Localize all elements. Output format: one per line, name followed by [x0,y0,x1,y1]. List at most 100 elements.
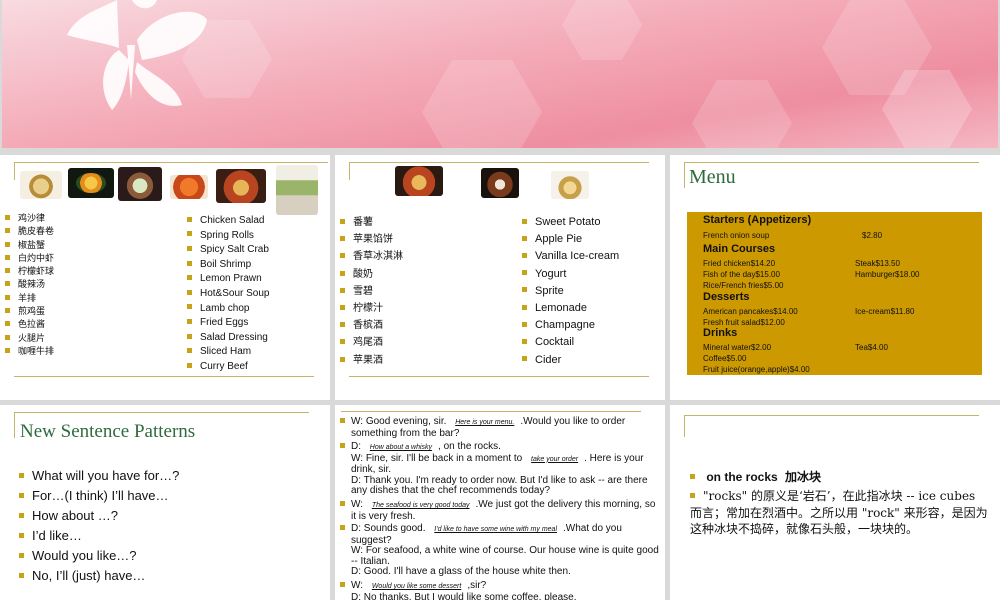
dialogue-text: D: [351,441,361,452]
slide-1-title-banner[interactable] [2,0,998,148]
list-item: Spring Rolls [187,229,270,244]
list-item: 白灼中虾 [5,253,54,266]
list-item: 酸奶 [340,266,403,283]
list-item: No, I’ll (just) have… [19,566,179,586]
title-rule-tick [684,415,685,437]
list-item: 鸡尾酒 [340,334,403,351]
food-photo-soup [216,169,266,203]
list-item: Lemonade [522,300,619,317]
menu-section-heading: Desserts [703,291,750,303]
list-item: 椒盐蟹 [5,240,54,253]
menu-item: Tea$4.00 [855,343,888,352]
dialogue-answer: How about a whisky [369,444,433,451]
list-item: Sliced Ham [187,345,270,360]
dialogue-paragraph: W: The seafood is very good today .We jus… [340,499,663,522]
english-drink-list: Sweet Potato Apple Pie Vanilla Ice-cream… [522,214,619,369]
dialogue-text: W: Good evening, sir. [351,416,447,427]
list-item: 香槟酒 [340,317,403,334]
dialogue-paragraph: W: Good evening, sir. Here is your menu.… [340,416,663,439]
menu-item: Ice-cream$11.80 [855,307,915,316]
term-english: on the rocks [706,470,778,484]
bullet-marker [690,489,703,503]
dialogue-text: W: For seafood, a white wine of course. … [351,545,659,567]
slide-title: Menu [689,166,736,188]
list-item: 苹果馅饼 [340,231,403,248]
list-item: Spicy Salt Crab [187,243,270,258]
food-photo-icecream [551,171,589,199]
term-explanation: "rocks" 的原义是‘岩石’，在此指冰块 -- ice cubes 而言；常… [690,488,988,538]
list-item: I’d like… [19,526,179,546]
list-item: 雪碧 [340,283,403,300]
hexagon-decoration [692,80,792,148]
hexagon-decoration [562,0,642,60]
title-rule [14,412,309,413]
slide-6-dialogue[interactable]: W: Good evening, sir. Here is your menu.… [335,405,665,600]
dialogue-text: W: [351,499,364,510]
menu-section-heading: Main Courses [703,243,776,255]
slide-5-sentence-patterns[interactable]: New Sentence Patterns What will you have… [0,405,330,600]
title-rule-tick [349,162,350,180]
title-rule [341,411,641,412]
menu-item: French onion soup [703,231,770,240]
list-item: 番薯 [340,214,403,231]
explanation-text: "rocks" 的原义是‘岩石’，在此指冰块 -- ice cubes 而言；常… [690,489,988,536]
menu-price: $2.80 [862,231,883,240]
list-item: Sprite [522,283,619,300]
slide-4-menu[interactable]: Menu Starters (Appetizers) French onion … [670,155,1000,400]
menu-item: Hamburger$18.00 [855,270,920,279]
list-item: Lemon Prawn [187,272,270,287]
dialogue-text: W: Fine, sir. I'll be back in a moment t… [351,452,523,464]
list-item: 火腿片 [5,333,54,346]
menu-section-heading: Starters (Appetizers) [703,214,812,226]
list-item: 色拉酱 [5,319,54,332]
dialogue-answer: Would you like some dessert [371,583,462,590]
list-item: 香草冰淇淋 [340,248,403,265]
menu-item: American pancakes$14.00 [703,307,798,316]
list-item: 苹果酒 [340,352,403,369]
list-item: 鸡沙律 [5,213,54,226]
dialogue-answer: Here is your menu. [455,419,515,426]
title-rule-tick [14,162,15,180]
list-item: What will you have for…? [19,466,179,486]
dialogue-paragraph: W: Would you like some dessert ,sir? D: N… [340,580,663,600]
menu-item: Steak$13.50 [855,259,900,268]
list-item: Lamb chop [187,302,270,317]
butterfly-icon [67,0,207,110]
chinese-dish-list: 鸡沙律 脆皮春卷 椒盐蟹 白灼中虾 柠檬虾球 酸辣汤 羊排 煎鸡蛋 色拉酱 火腿… [5,213,54,359]
list-item: Boil Shrimp [187,258,270,273]
list-item: Hot&Sour Soup [187,287,270,302]
list-item: 脆皮春卷 [5,226,54,239]
title-rule [349,162,649,163]
menu-item: Fish of the day$15.00 [703,270,780,279]
menu-item: Fruit juice(orange,apple)$4.00 [703,365,810,374]
slide-2-dishes-vocabulary[interactable]: 鸡沙律 脆皮春卷 椒盐蟹 白灼中虾 柠檬虾球 酸辣汤 羊排 煎鸡蛋 色拉酱 火腿… [0,155,330,400]
menu-item: Coffee$5.00 [703,354,747,363]
chinese-drink-list: 番薯 苹果馅饼 香草冰淇淋 酸奶 雪碧 柠檬汁 香槟酒 鸡尾酒 苹果酒 [340,214,403,369]
slide-7-expression-note[interactable]: on the rocks 加冰块 "rocks" 的原义是‘岩石’，在此指冰块 … [670,405,1000,600]
food-photo-pie [481,168,519,198]
list-item: Fried Eggs [187,316,270,331]
slide-3-drinks-vocabulary[interactable]: 番薯 苹果馅饼 香草冰淇淋 酸奶 雪碧 柠檬汁 香槟酒 鸡尾酒 苹果酒 Swee… [335,155,665,400]
dialogue-text: W: [351,580,364,591]
food-photo-salad-bowl [276,165,318,215]
list-item: Chicken Salad [187,214,270,229]
slide-title: New Sentence Patterns [20,421,196,442]
hexagon-decoration [422,60,542,148]
list-item: 柠檬汁 [340,300,403,317]
dialogue-answer: take your order [531,455,579,463]
title-rule [14,162,328,163]
dialogue-answer: I'd like to have some wine with my meal [434,526,557,533]
bullet-marker [340,443,345,448]
list-item: Would you like…? [19,546,179,566]
title-rule [684,415,979,416]
dialogue-text: ,sir? [467,580,487,591]
english-dish-list: Chicken Salad Spring Rolls Spicy Salt Cr… [187,214,270,375]
list-item: Yogurt [522,266,619,283]
list-item: Salad Dressing [187,331,270,346]
menu-item: Fresh fruit salad$12.00 [703,318,785,327]
dialogue-paragraph: D: How about a whisky , on the rocks. W: … [340,441,663,497]
list-item: 酸辣汤 [5,279,54,292]
dialogue-text: D: Thank you. I'm ready to order now. Bu… [351,474,648,496]
list-item: Curry Beef [187,360,270,375]
menu-item: Mineral water$2.00 [703,343,772,352]
